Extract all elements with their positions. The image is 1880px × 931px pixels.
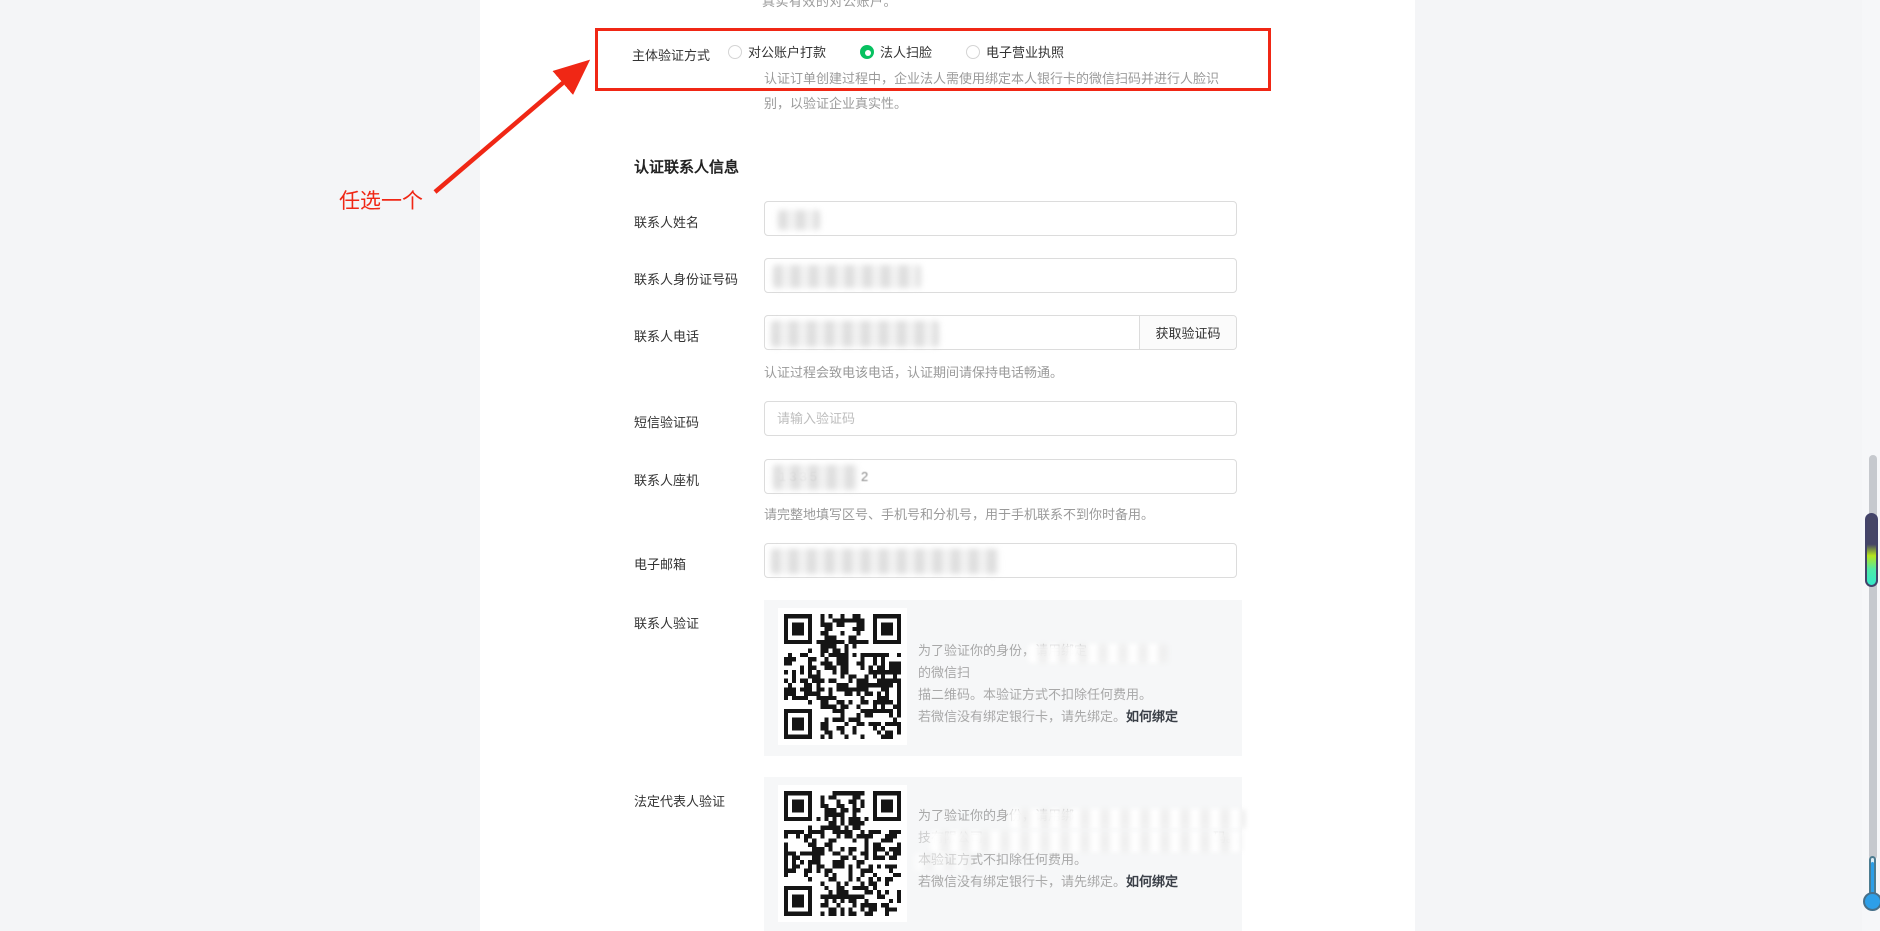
- contact-phone-input[interactable]: 获取验证码: [764, 315, 1237, 350]
- redacted-id-value: [773, 265, 921, 288]
- contact-verify-qr-frame: [778, 608, 907, 745]
- legal-verify-qr-frame: [778, 785, 907, 922]
- legal-verify-panel: 为了验证你的身份，请用绑 技有限公司码。 本验证方式不扣除任何费用。 若微信没有…: [764, 777, 1242, 931]
- phone-helper-text: 认证过程会致电该电话，认证期间请保持电话畅通。: [764, 362, 1063, 381]
- legal-verify-qr-code: [784, 791, 901, 916]
- clipped-top-text: 真实有效的对公账户。: [762, 0, 897, 10]
- how-to-bind-link[interactable]: 如何绑定: [1126, 709, 1178, 724]
- annotation-pick-one: 任选一个: [339, 185, 423, 215]
- get-sms-code-button[interactable]: 获取验证码: [1139, 316, 1236, 349]
- verify-line3-text: 若微信没有绑定银行卡，请先绑定。: [918, 709, 1126, 724]
- redacted-legal-line3: [914, 853, 972, 871]
- contact-verify-line3: 若微信没有绑定银行卡，请先绑定。如何绑定: [918, 706, 1242, 728]
- contact-id-label: 联系人身份证号码: [634, 269, 738, 288]
- sms-code-field[interactable]: [765, 402, 1236, 435]
- redacted-landline-value: [773, 465, 858, 490]
- thermometer-bulb: [1863, 892, 1880, 911]
- redacted-name-value: [778, 210, 820, 230]
- sms-code-label: 短信验证码: [634, 412, 699, 431]
- section-heading: 认证联系人信息: [634, 156, 739, 177]
- thermometer-mercury: [1871, 862, 1874, 896]
- contact-name-input[interactable]: [764, 201, 1237, 236]
- contact-id-input[interactable]: [764, 258, 1237, 293]
- sms-code-input[interactable]: [764, 401, 1237, 436]
- redacted-email-value: [771, 549, 999, 574]
- red-highlight-box: [595, 28, 1271, 91]
- landline-input[interactable]: 1335 2: [764, 459, 1237, 494]
- contact-verify-line2: 描二维码。本验证方式不扣除任何费用。: [918, 684, 1242, 706]
- verification-form-page: 真实有效的对公账户。 主体验证方式 对公账户打款 法人扫脸 电子营业执照 认证订…: [0, 0, 1880, 931]
- redacted-phone-value: [771, 321, 939, 347]
- contact-verify-label: 联系人验证: [634, 613, 699, 632]
- email-label: 电子邮箱: [634, 554, 686, 573]
- contact-phone-label: 联系人电话: [634, 326, 699, 345]
- redacted-legal-line2: [930, 831, 1242, 852]
- redacted-legal-line1: [1010, 809, 1246, 829]
- legal-line4-text: 若微信没有绑定银行卡，请先绑定。: [918, 874, 1126, 889]
- legal-verify-label: 法定代表人验证: [634, 791, 725, 810]
- email-input[interactable]: [764, 543, 1237, 578]
- contact-verify-panel: 为了验证你的身份，请用绑定的微信扫 描二维码。本验证方式不扣除任何费用。 若微信…: [764, 600, 1242, 756]
- legal-verify-line4: 若微信没有绑定银行卡，请先绑定。如何绑定: [918, 871, 1239, 893]
- how-to-bind-link[interactable]: 如何绑定: [1126, 874, 1178, 889]
- visible-landline-digit: 2: [861, 469, 868, 484]
- landline-helper-text: 请完整地填写区号、手机号和分机号，用于手机联系不到你时备用。: [764, 504, 1154, 523]
- verify-method-description-line2: 别，以验证企业真实性。: [764, 93, 907, 112]
- redacted-wechat-name: [1028, 644, 1168, 663]
- contact-verify-qr-code: [784, 614, 901, 739]
- contact-name-label: 联系人姓名: [634, 212, 699, 231]
- scroll-marker-gradient-pill: [1865, 513, 1878, 587]
- thermometer-icon: [1863, 856, 1880, 918]
- landline-label: 联系人座机: [634, 470, 699, 489]
- verify-line1-suffix: 的微信扫: [918, 665, 970, 680]
